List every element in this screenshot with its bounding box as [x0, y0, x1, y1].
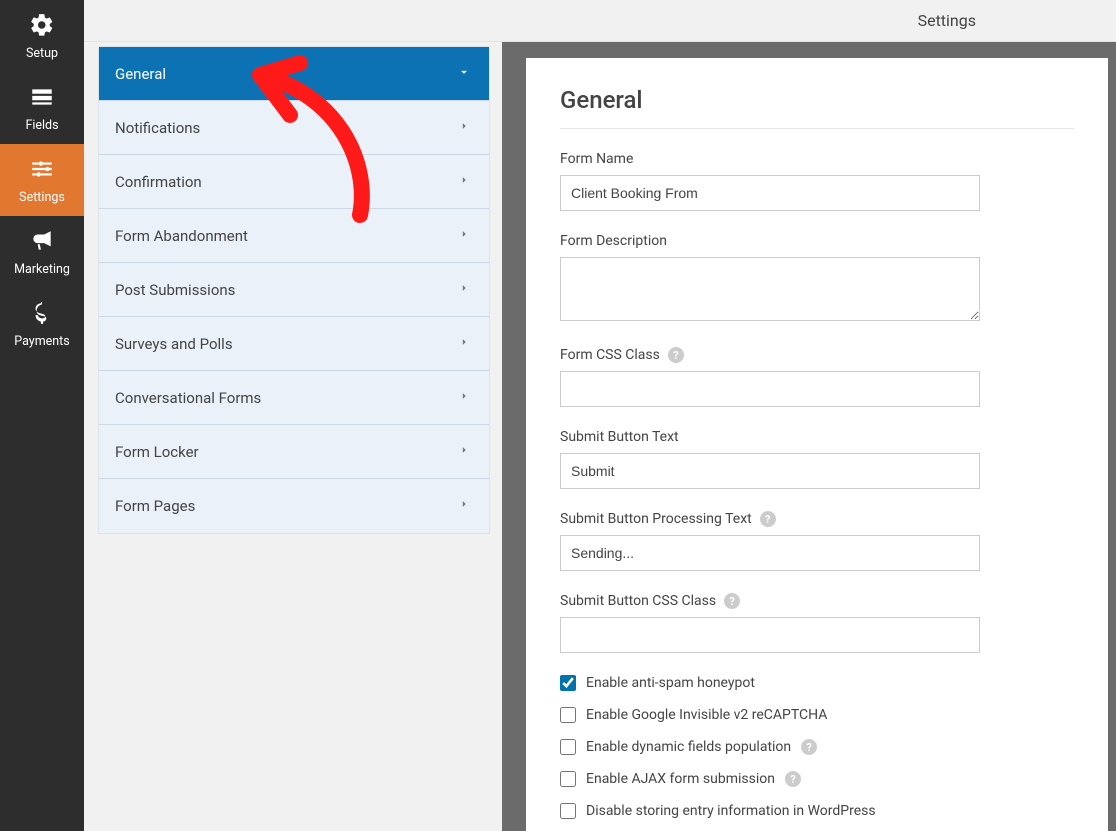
settings-item-label: Form Locker [115, 443, 199, 461]
nav-setup[interactable]: Setup [0, 0, 84, 72]
settings-item-form-abandonment[interactable]: Form Abandonment [99, 209, 489, 263]
settings-item-label: General [115, 65, 166, 83]
form-description-input[interactable] [560, 257, 980, 321]
field-form-css-class: Form CSS Class ? [560, 347, 1074, 407]
content-heading: General [560, 86, 1074, 129]
settings-item-label: Form Pages [115, 497, 195, 515]
settings-item-post-submissions[interactable]: Post Submissions [99, 263, 489, 317]
settings-item-notifications[interactable]: Notifications [99, 101, 489, 155]
field-label: Submit Button Text [560, 429, 1074, 445]
settings-item-label: Conversational Forms [115, 389, 261, 407]
checkbox-input[interactable] [560, 803, 576, 819]
help-icon[interactable]: ? [668, 347, 684, 363]
settings-item-label: Surveys and Polls [115, 335, 233, 353]
settings-item-form-locker[interactable]: Form Locker [99, 425, 489, 479]
chevron-right-icon [457, 281, 471, 299]
settings-item-label: Post Submissions [115, 281, 235, 299]
settings-item-label: Confirmation [115, 173, 202, 191]
form-css-class-input[interactable] [560, 371, 980, 407]
label-text: Submit Button CSS Class [560, 593, 716, 609]
chevron-right-icon [457, 119, 471, 137]
checkbox-anti-spam: Enable anti-spam honeypot [560, 675, 1074, 691]
sliders-icon [29, 156, 55, 186]
checkbox-input[interactable] [560, 707, 576, 723]
submit-button-processing-text-input[interactable] [560, 535, 980, 571]
chevron-down-icon [457, 65, 471, 83]
content-card: General Form Name Form Description Form … [526, 58, 1108, 831]
settings-item-conversational-forms[interactable]: Conversational Forms [99, 371, 489, 425]
label-text: Submit Button Processing Text [560, 511, 752, 527]
field-submit-button-processing-text: Submit Button Processing Text ? [560, 511, 1074, 571]
checkbox-input[interactable] [560, 675, 576, 691]
help-icon[interactable]: ? [801, 739, 817, 755]
submit-button-text-input[interactable] [560, 453, 980, 489]
content-frame: General Form Name Form Description Form … [502, 42, 1116, 831]
chevron-right-icon [457, 335, 471, 353]
help-icon[interactable]: ? [760, 511, 776, 527]
primary-sidebar: Setup Fields Settings Marketing Payments [0, 0, 84, 831]
field-label: Submit Button CSS Class ? [560, 593, 1074, 609]
dollar-icon [29, 300, 55, 330]
help-icon[interactable]: ? [785, 771, 801, 787]
top-bar: Settings [84, 0, 1116, 42]
chevron-right-icon [457, 389, 471, 407]
label-text: Form CSS Class [560, 347, 660, 363]
settings-item-label: Notifications [115, 119, 200, 137]
settings-item-confirmation[interactable]: Confirmation [99, 155, 489, 209]
gear-icon [29, 12, 55, 42]
checkbox-ajax: Enable AJAX form submission ? [560, 771, 1074, 787]
field-label: Form Description [560, 233, 1074, 249]
field-submit-button-text: Submit Button Text [560, 429, 1074, 489]
field-label: Form CSS Class ? [560, 347, 1074, 363]
field-form-description: Form Description [560, 233, 1074, 325]
nav-marketing[interactable]: Marketing [0, 216, 84, 288]
checkbox-label[interactable]: Enable dynamic fields population [586, 739, 791, 755]
checkbox-input[interactable] [560, 771, 576, 787]
chevron-right-icon [457, 173, 471, 191]
chevron-right-icon [457, 443, 471, 461]
nav-label: Payments [14, 334, 69, 349]
chevron-right-icon [457, 227, 471, 245]
checkbox-label[interactable]: Disable storing entry information in Wor… [586, 803, 876, 819]
checkbox-label[interactable]: Enable Google Invisible v2 reCAPTCHA [586, 707, 827, 723]
list-icon [29, 84, 55, 114]
nav-fields[interactable]: Fields [0, 72, 84, 144]
field-label: Form Name [560, 151, 1074, 167]
settings-item-label: Form Abandonment [115, 227, 248, 245]
nav-payments[interactable]: Payments [0, 288, 84, 360]
nav-label: Fields [25, 118, 58, 133]
settings-item-surveys-and-polls[interactable]: Surveys and Polls [99, 317, 489, 371]
settings-item-form-pages[interactable]: Form Pages [99, 479, 489, 533]
checkbox-disable-storing: Disable storing entry information in Wor… [560, 803, 1074, 819]
submit-button-css-class-input[interactable] [560, 617, 980, 653]
nav-settings[interactable]: Settings [0, 144, 84, 216]
bullhorn-icon [29, 228, 55, 258]
help-icon[interactable]: ? [724, 593, 740, 609]
nav-label: Marketing [14, 262, 70, 277]
settings-panel: General Notifications Confirmation Form … [98, 46, 490, 534]
topbar-title: Settings [918, 11, 976, 30]
field-label: Submit Button Processing Text ? [560, 511, 1074, 527]
field-form-name: Form Name [560, 151, 1074, 211]
chevron-right-icon [457, 497, 471, 515]
checkbox-label[interactable]: Enable anti-spam honeypot [586, 675, 755, 691]
field-submit-button-css-class: Submit Button CSS Class ? [560, 593, 1074, 653]
checkbox-dynamic-fields: Enable dynamic fields population ? [560, 739, 1074, 755]
checkbox-label[interactable]: Enable AJAX form submission [586, 771, 775, 787]
nav-label: Settings [19, 190, 65, 205]
settings-item-general[interactable]: General [99, 47, 489, 101]
nav-label: Setup [26, 46, 58, 61]
checkbox-recaptcha: Enable Google Invisible v2 reCAPTCHA [560, 707, 1074, 723]
checkbox-input[interactable] [560, 739, 576, 755]
form-name-input[interactable] [560, 175, 980, 211]
